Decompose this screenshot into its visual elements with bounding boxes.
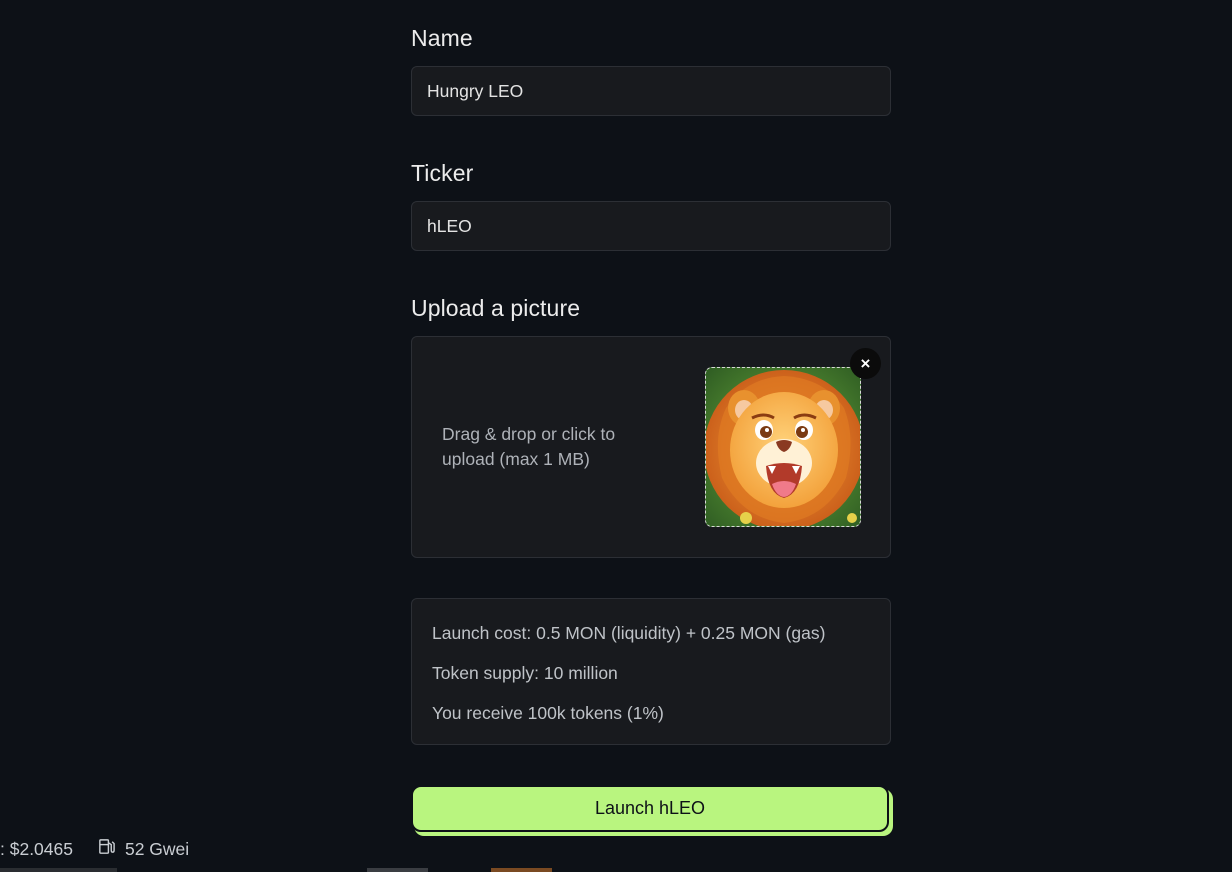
- lion-avatar-image: [705, 367, 861, 527]
- launch-button-wrapper: Launch hLEO: [411, 785, 893, 836]
- launch-button[interactable]: Launch hLEO: [411, 785, 889, 832]
- receive-tokens-text: You receive 100k tokens (1%): [432, 703, 664, 723]
- upload-dropzone[interactable]: Drag & drop or click to upload (max 1 MB…: [411, 336, 891, 558]
- upload-label: Upload a picture: [411, 295, 581, 321]
- ticker-input[interactable]: hLEO: [411, 201, 891, 251]
- launch-info-panel: Launch cost: 0.5 MON (liquidity) + 0.25 …: [411, 598, 891, 745]
- gas-pump-icon: [97, 837, 125, 861]
- launch-cost-text: Launch cost: 0.5 MON (liquidity) + 0.25 …: [432, 623, 826, 643]
- gas-price-text: 52 Gwei: [124, 838, 190, 859]
- name-label: Name: [411, 25, 473, 51]
- ticker-label: Ticker: [411, 160, 474, 186]
- upload-hint: Drag & drop or click to upload (max 1 MB…: [442, 424, 616, 469]
- mon-price-text: : $2.0465: [0, 838, 73, 859]
- bottom-tab-indicator: [491, 868, 552, 872]
- bottom-tab-indicator: [367, 868, 428, 872]
- status-bar: : $2.0465 52 Gwei: [0, 836, 189, 862]
- remove-image-button[interactable]: ×: [850, 348, 881, 379]
- name-input[interactable]: Hungry LEO: [411, 66, 891, 116]
- token-supply-text: Token supply: 10 million: [432, 663, 618, 683]
- bottom-tab-indicator: [0, 868, 117, 872]
